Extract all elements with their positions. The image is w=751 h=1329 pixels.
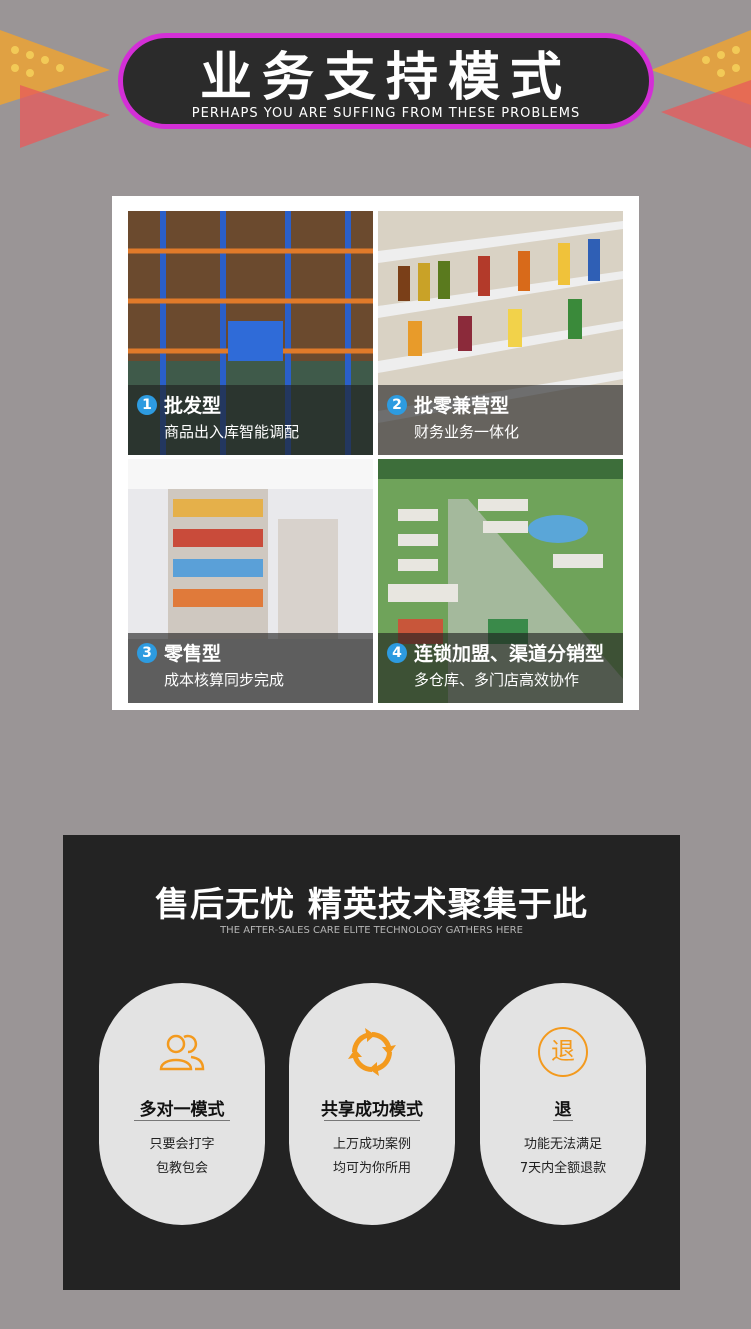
refund-icon: 退 <box>538 1027 588 1077</box>
card-divider <box>134 1120 230 1121</box>
mode-description: 多仓库、多门店高效协作 <box>414 671 580 689</box>
business-modes-grid: 1 批发型 商品出入库智能调配 2 批零兼营型 财务业务一体化 3 零售型 成本… <box>112 196 639 710</box>
mode-caption: 3 零售型 成本核算同步完成 <box>128 633 373 703</box>
card-line-2: 均可为你所用 <box>332 1161 411 1176</box>
card-line-2: 包教包会 <box>155 1161 208 1176</box>
mode-title: 连锁加盟、渠道分销型 <box>414 643 605 665</box>
mode-number-badge: 4 <box>387 643 407 663</box>
mode-number-badge: 3 <box>137 643 157 663</box>
decor-triangles-right <box>651 30 751 150</box>
card-line-1: 只要会打字 <box>149 1137 215 1152</box>
people-icon <box>159 1034 205 1071</box>
mode-title: 批零兼营型 <box>414 395 510 417</box>
mode-title: 零售型 <box>164 643 222 665</box>
mode-description: 成本核算同步完成 <box>164 671 285 689</box>
mode-number-badge: 2 <box>387 395 407 415</box>
mode-description: 财务业务一体化 <box>414 423 520 441</box>
service-card-refund[interactable]: 退 退 功能无法满足 7天内全额退款 <box>480 983 646 1225</box>
refresh-arrows-icon <box>348 1028 396 1076</box>
mode-title: 批发型 <box>164 395 222 417</box>
card-title: 退 <box>554 1100 572 1120</box>
after-sales-subtitle: THE AFTER-SALES CARE ELITE TECHNOLOGY GA… <box>220 925 523 936</box>
mode-caption: 4 连锁加盟、渠道分销型 多仓库、多门店高效协作 <box>378 633 623 703</box>
card-divider <box>553 1120 573 1121</box>
mode-tile-wholesale-retail[interactable]: 2 批零兼营型 财务业务一体化 <box>378 211 623 455</box>
after-sales-panel: 售后无忧 精英技术聚集于此 THE AFTER-SALES CARE ELITE… <box>63 835 680 1290</box>
card-title: 多对一模式 <box>139 1100 225 1120</box>
after-sales-title: 售后无忧 精英技术聚集于此 <box>155 885 588 925</box>
mode-number-badge: 1 <box>137 395 157 415</box>
decor-triangles-left <box>0 30 120 150</box>
card-line-2: 7天内全额退款 <box>519 1161 607 1176</box>
card-line-1: 上万成功案例 <box>332 1137 411 1152</box>
section-banner: 业务支持模式 PERHAPS YOU ARE SUFFING FROM THES… <box>118 33 654 129</box>
banner-subtitle: PERHAPS YOU ARE SUFFING FROM THESE PROBL… <box>191 106 581 121</box>
card-divider <box>324 1120 420 1121</box>
mode-tile-retail[interactable]: 3 零售型 成本核算同步完成 <box>128 459 373 703</box>
card-line-1: 功能无法满足 <box>523 1137 602 1152</box>
mode-tile-wholesale[interactable]: 1 批发型 商品出入库智能调配 <box>128 211 373 455</box>
refund-icon-glyph: 退 <box>551 1037 575 1065</box>
mode-caption: 1 批发型 商品出入库智能调配 <box>128 385 373 455</box>
mode-tile-chain-channel[interactable]: 4 连锁加盟、渠道分销型 多仓库、多门店高效协作 <box>378 459 623 703</box>
card-title: 共享成功模式 <box>321 1100 423 1120</box>
service-card-one-to-many[interactable]: 多对一模式 只要会打字 包教包会 <box>99 983 265 1225</box>
service-card-shared-success[interactable]: 共享成功模式 上万成功案例 均可为你所用 <box>289 983 455 1225</box>
banner-title: 业务支持模式 <box>199 48 572 108</box>
mode-description: 商品出入库智能调配 <box>164 423 300 441</box>
mode-caption: 2 批零兼营型 财务业务一体化 <box>378 385 623 455</box>
